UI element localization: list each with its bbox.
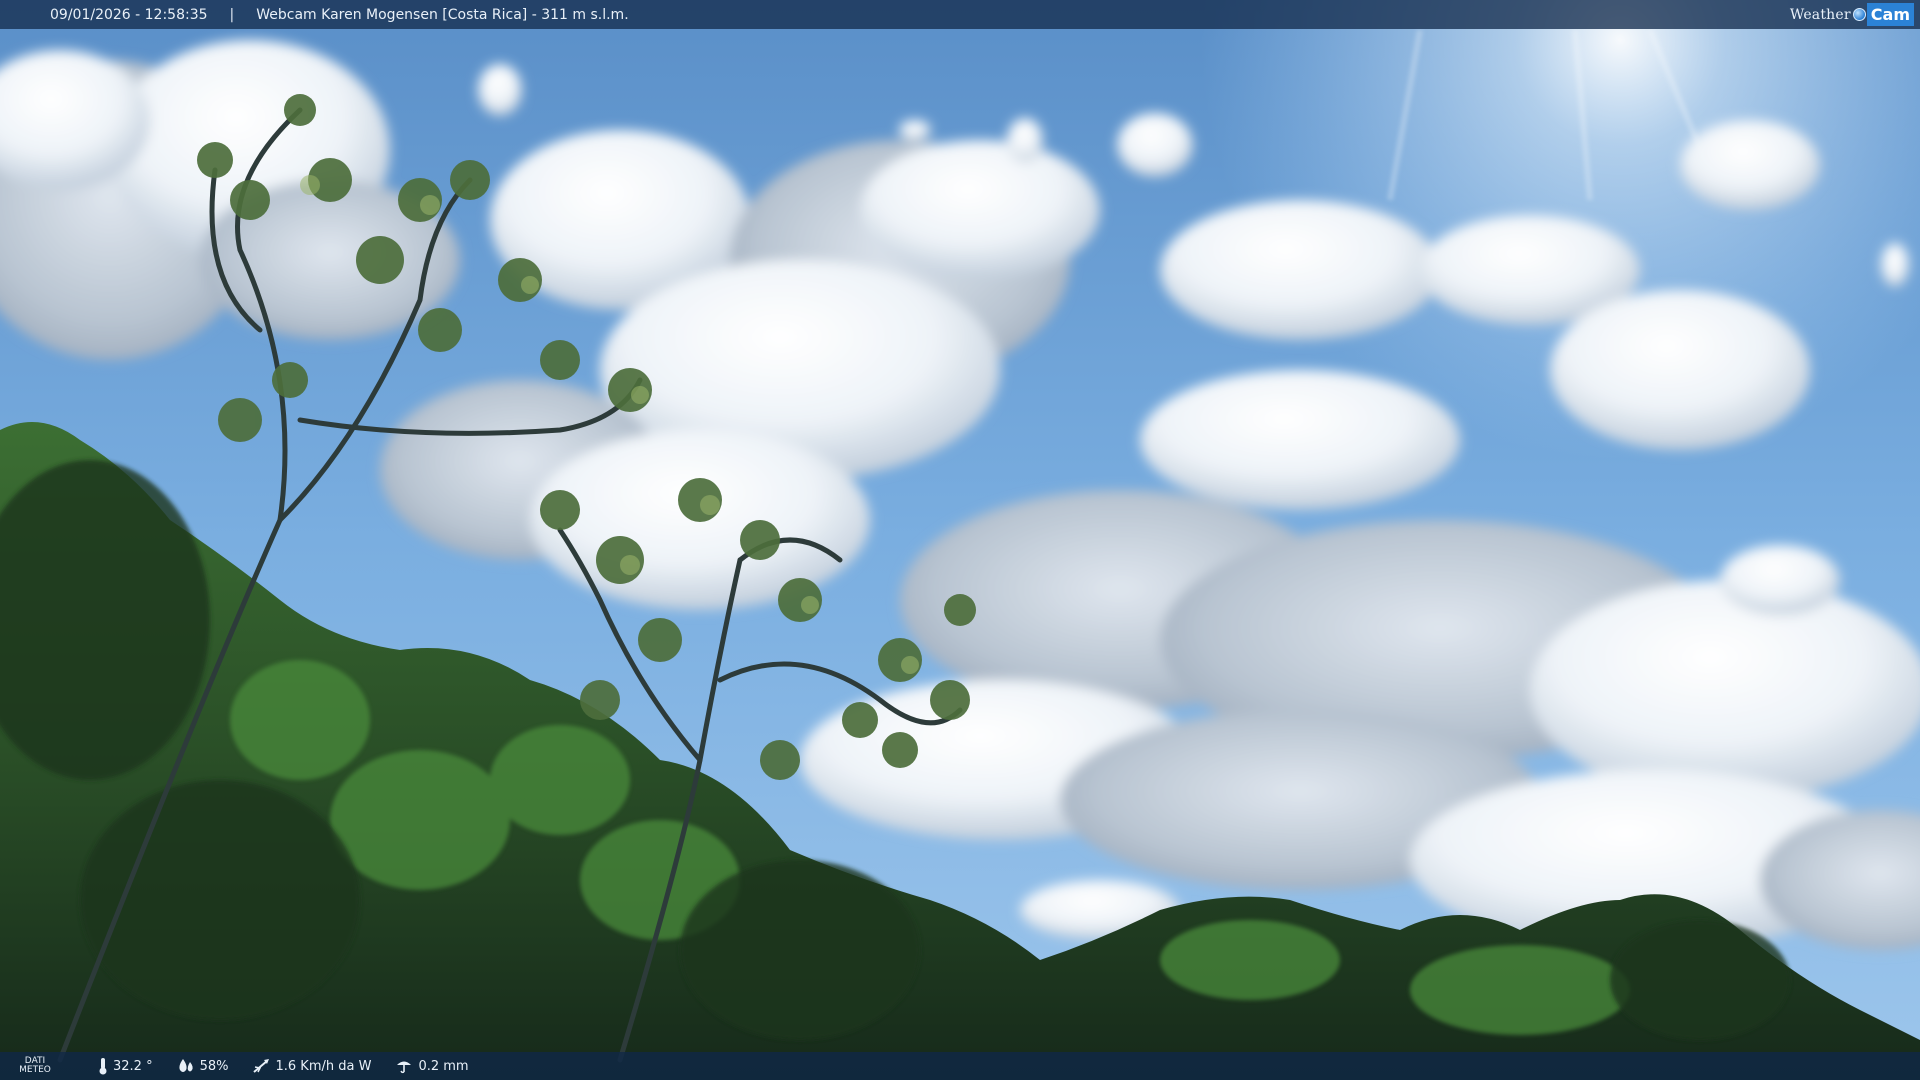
temperature-value: 32.2 ° [113, 1058, 153, 1074]
weathercam-logo: Weather Cam [1790, 0, 1920, 29]
rain-gauge-icon [395, 1058, 413, 1074]
weather-data-label: DATI METEO [18, 1057, 52, 1075]
rain-readout: 0.2 mm [395, 1058, 469, 1074]
humidity-drop-icon [177, 1058, 195, 1074]
globe-icon [1852, 8, 1866, 21]
wind-readout: 1.6 Km/h da W [252, 1058, 371, 1074]
camera-info-bar: 09/01/2026 - 12:58:35 | Webcam Karen Mog… [0, 0, 1920, 29]
logo-cam-text: Cam [1866, 3, 1914, 26]
datetime-stamp: 09/01/2026 - 12:58:35 [50, 6, 208, 23]
thermometer-icon [98, 1057, 108, 1075]
wind-vane-icon [252, 1058, 270, 1074]
weather-label-line2: METEO [19, 1065, 51, 1075]
title-separator: | [229, 6, 235, 23]
webcam-frame: 09/01/2026 - 12:58:35 | Webcam Karen Mog… [0, 0, 1920, 1080]
camera-title: Webcam Karen Mogensen [Costa Rica] - 311… [256, 6, 629, 23]
humidity-readout: 58% [177, 1058, 229, 1074]
weather-data-bar: DATI METEO 32.2 ° 58% 1.6 Km/h da W 0.2 … [0, 1052, 1920, 1080]
humidity-value: 58% [199, 1058, 229, 1074]
temperature-readout: 32.2 ° [98, 1057, 153, 1075]
logo-weather-text: Weather [1789, 6, 1851, 23]
webcam-image [0, 0, 1920, 1080]
rain-value: 0.2 mm [418, 1058, 469, 1074]
wind-value: 1.6 Km/h da W [275, 1058, 372, 1074]
